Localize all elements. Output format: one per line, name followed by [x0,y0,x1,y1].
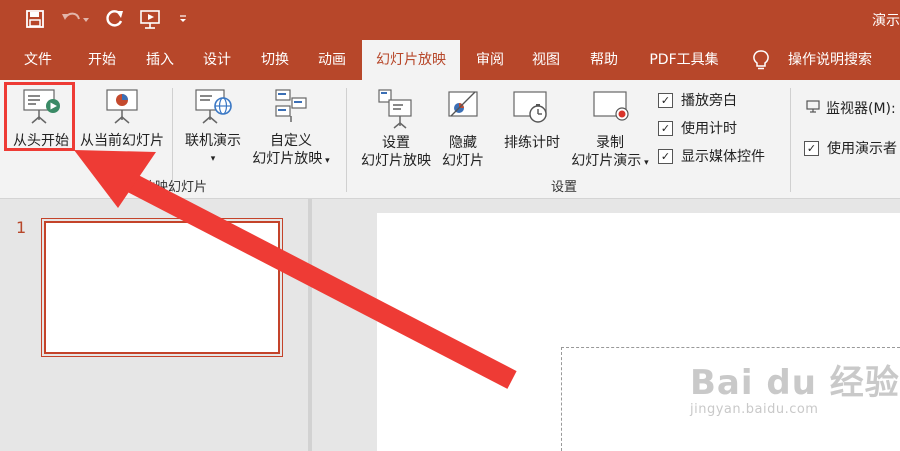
watermark-logo: Bai du 经验 [690,363,900,403]
watermark-url: jingyan.baidu.com [690,402,819,417]
watermark: Bai du 经验 jingyan.baidu.com [690,355,900,417]
